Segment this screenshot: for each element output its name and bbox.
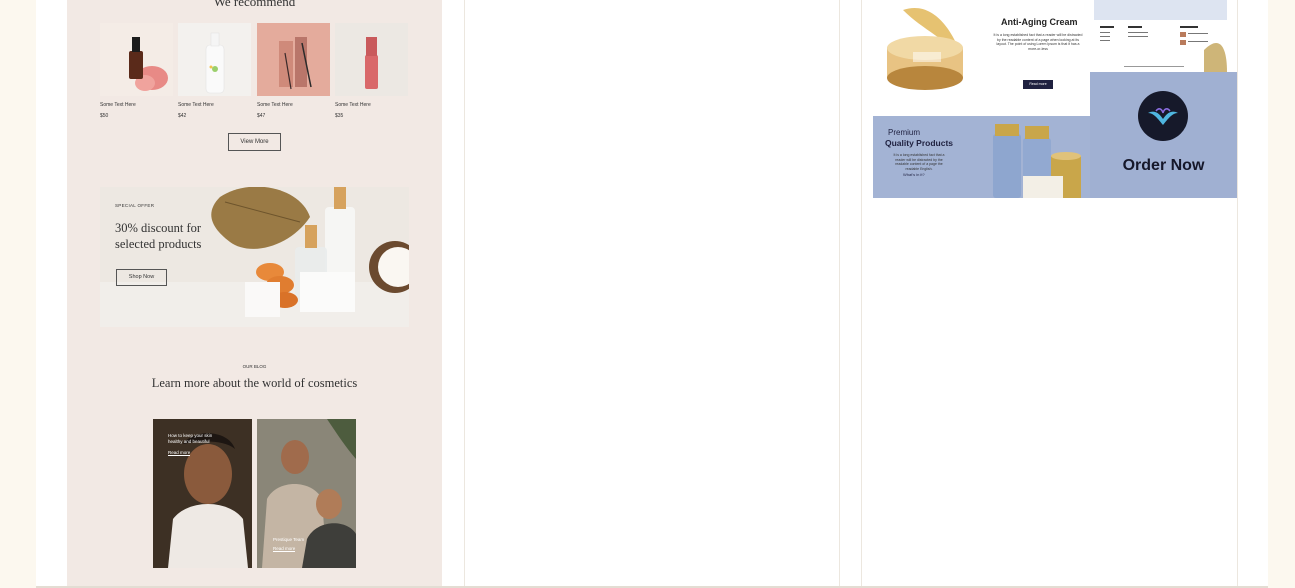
empty-preview-column — [464, 0, 840, 588]
product-card[interactable]: Some Text Here $35 — [335, 23, 408, 119]
product-name: Some Text Here — [257, 102, 293, 108]
special-offer-banner: SPECIAL OFFER 30% discount for selected … — [100, 187, 409, 327]
product-name: Some Text Here — [335, 102, 371, 108]
ad-body-text: It is a long established fact that a rea… — [993, 33, 1083, 51]
blog-card[interactable]: Prestique Team Read more — [257, 419, 356, 568]
whats-in-it-link[interactable]: What's in it? — [903, 172, 925, 177]
anti-aging-ad: Anti-Aging Cream It is a long establishe… — [873, 0, 1090, 116]
product-price: $35 — [335, 113, 344, 119]
eagle-logo-icon — [1138, 91, 1188, 141]
read-more-link[interactable]: Read more — [273, 546, 296, 552]
view-more-button[interactable]: View More — [228, 133, 281, 151]
product-name: Some Text Here — [100, 102, 136, 108]
product-card[interactable]: Some Text Here $50 — [100, 23, 173, 119]
blog-card-caption: How to keep your skin healthy and beauti… — [168, 433, 213, 444]
offer-photo — [100, 187, 409, 327]
premium-body-text: It is a long established fact that a rea… — [893, 153, 945, 171]
product-name: Some Text Here — [178, 102, 214, 108]
order-now-button[interactable]: Order Now — [1090, 157, 1237, 175]
product-card[interactable]: Some Text Here $42 — [178, 23, 251, 119]
order-now-ad: Order Now — [1090, 72, 1237, 198]
blog-photo — [257, 419, 356, 568]
blog-card-caption: Prestique Team — [273, 537, 305, 542]
product-image — [257, 23, 330, 96]
website-footer-preview — [1094, 0, 1227, 72]
blog-title: Learn more about the world of cosmetics — [151, 376, 358, 390]
read-more-link[interactable]: Read more — [168, 450, 191, 456]
premium-products-ad: Premium Quality Products It is a long es… — [873, 116, 1090, 198]
shop-now-button[interactable]: Shop Now — [116, 269, 167, 286]
product-card[interactable]: Some Text Here $47 — [257, 23, 330, 119]
blog-card[interactable]: How to keep your skin healthy and beauti… — [153, 419, 252, 568]
offer-tag: SPECIAL OFFER — [115, 203, 155, 208]
product-image — [178, 23, 251, 96]
read-more-button[interactable]: Read more — [1023, 80, 1053, 89]
offer-title: 30% discount for selected products — [115, 221, 202, 251]
product-image — [335, 23, 408, 96]
recommend-heading: We recommend — [213, 0, 296, 9]
premium-label: Premium — [888, 128, 921, 137]
product-price: $42 — [178, 113, 187, 119]
ad-title: Anti-Aging Cream — [1001, 17, 1078, 27]
product-price: $50 — [100, 113, 109, 119]
cosmetics-page-preview: We recommend Some Text Here $50 Some Tex… — [67, 0, 442, 588]
blog-tag: OUR BLOG — [242, 364, 267, 369]
ad-creatives-column: Anti-Aging Cream It is a long establishe… — [861, 0, 1238, 588]
footer-mockup — [1094, 0, 1227, 72]
quality-products-heading: Quality Products — [885, 138, 954, 148]
product-image — [100, 23, 173, 96]
product-price: $47 — [257, 113, 266, 119]
